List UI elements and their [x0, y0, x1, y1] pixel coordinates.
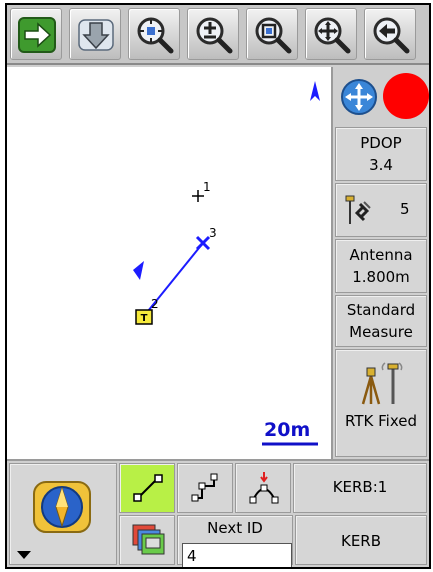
back-button[interactable] — [364, 8, 416, 60]
satellites-button[interactable]: 5 — [335, 183, 427, 237]
dropdown-triangle-icon[interactable] — [16, 550, 32, 560]
map-view[interactable]: 1 3 T 2 20m — [7, 67, 333, 459]
polyline-tool-button[interactable] — [177, 463, 233, 513]
pdop-label: PDOP — [360, 134, 402, 152]
code-label: KERB:1 — [332, 478, 388, 496]
code-name: KERB — [340, 532, 382, 550]
antenna-height: 1.800m — [352, 268, 410, 286]
map-canvas[interactable]: 1 3 T 2 20m — [7, 67, 333, 459]
zoom-extent-icon — [255, 17, 292, 54]
north-arrow-icon — [310, 81, 320, 101]
zoom-in-out-icon — [196, 17, 233, 54]
next-id-input[interactable] — [182, 543, 292, 567]
target-box-icon[interactable]: T — [135, 309, 153, 325]
antenna-button[interactable]: Antenna 1.800m — [335, 239, 427, 293]
toolbar — [7, 5, 429, 65]
line-tool-icon — [133, 474, 163, 502]
pdop-button[interactable]: PDOP 3.4 — [335, 127, 427, 181]
polyline-tool-icon — [191, 473, 218, 502]
layers-button[interactable] — [119, 515, 175, 565]
next-arrow-icon — [18, 17, 56, 53]
measure-mode-line2: Measure — [349, 323, 413, 341]
satellite-count: 5 — [400, 200, 410, 218]
current-position-icon — [133, 261, 144, 280]
compass-button[interactable] — [9, 463, 117, 565]
status-dot-icon — [383, 73, 429, 119]
next-id-box: Next ID — [177, 515, 293, 567]
zoom-center-icon — [137, 17, 174, 54]
compass-icon — [33, 481, 91, 533]
scale-label: 20m — [264, 419, 310, 441]
pdop-value: 3.4 — [369, 156, 393, 174]
rtk-status-button[interactable]: RTK Fixed — [335, 349, 427, 457]
download-button[interactable] — [69, 8, 121, 60]
bottom-bar: KERB:1 Next ID KERB — [7, 459, 429, 567]
satellite-icon — [345, 195, 371, 224]
antenna-label: Antenna — [349, 246, 413, 264]
zoom-extent-button[interactable] — [246, 8, 298, 60]
pan-button[interactable] — [305, 8, 357, 60]
zoom-center-button[interactable] — [128, 8, 180, 60]
status-panel: PDOP 3.4 5 Antenna 1.800m Standard Measu… — [333, 67, 429, 459]
point-label-1: 1 — [203, 180, 211, 194]
rtk-status-text: RTK Fixed — [345, 412, 417, 430]
measure-mode-line1: Standard — [346, 301, 416, 319]
pan-move-icon — [314, 17, 351, 54]
line-tool-button[interactable] — [119, 463, 175, 513]
arc-tool-icon — [249, 472, 279, 504]
target-box-label: T — [141, 313, 148, 324]
measure-mode-button[interactable]: Standard Measure — [335, 295, 427, 347]
point-label-3: 3 — [209, 226, 217, 240]
point-label-2: 2 — [151, 297, 159, 311]
next-button[interactable] — [10, 8, 62, 60]
app-frame: 1 3 T 2 20m PDOP 3.4 5 Antenna 1.800m St… — [5, 3, 431, 569]
point-marker-3[interactable] — [195, 235, 211, 251]
back-arrow-icon — [373, 17, 410, 54]
layers-icon — [132, 524, 165, 555]
next-id-label: Next ID — [207, 519, 263, 537]
code-name-button[interactable]: KERB — [295, 515, 427, 565]
download-icon — [78, 19, 114, 51]
arc-tool-button[interactable] — [235, 463, 291, 513]
navigate-icon[interactable] — [339, 77, 379, 117]
zoom-in-out-button[interactable] — [187, 8, 239, 60]
code-button[interactable]: KERB:1 — [293, 463, 427, 513]
panel-top-row — [335, 69, 429, 125]
gps-tripod-icon — [361, 362, 403, 405]
